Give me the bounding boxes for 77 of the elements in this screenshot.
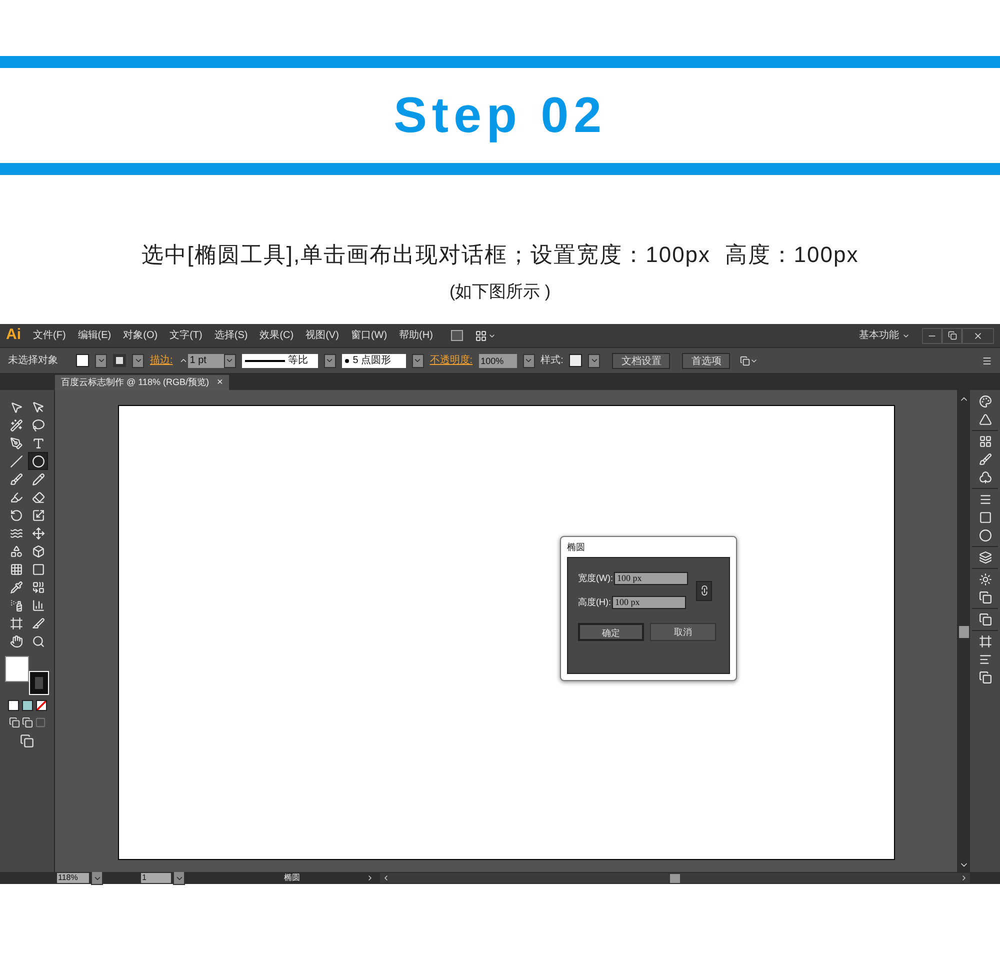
copy-icon[interactable]: [978, 591, 992, 604]
stroke-label: 描边:: [150, 354, 173, 368]
grid-icon[interactable]: [978, 435, 992, 448]
brush-icon[interactable]: [978, 453, 992, 466]
layout-icon[interactable]: [474, 330, 496, 342]
toolbar-button[interactable]: 文档设置: [612, 352, 670, 368]
default-colors-swatch[interactable]: [8, 700, 18, 711]
lines-icon[interactable]: [978, 493, 992, 506]
square-icon[interactable]: [978, 511, 992, 524]
step-title: Step 02: [394, 86, 606, 145]
scroll-thumb[interactable]: [958, 626, 968, 638]
zoom-field[interactable]: 118%: [57, 873, 89, 883]
menu-item[interactable]: 编辑(E): [78, 328, 112, 343]
instruction-text: 选中[椭圆工具],单击画布出现对话框；设置宽度：100px 高度：100px: [141, 240, 859, 269]
arrange-icon[interactable]: [740, 356, 758, 366]
opacity-field[interactable]: 100%: [478, 354, 517, 368]
triangle-icon[interactable]: [978, 413, 992, 426]
artboard-field[interactable]: 1: [141, 873, 171, 883]
dialog-button[interactable]: 确定: [578, 623, 644, 641]
tab-close-icon: ×: [217, 375, 223, 390]
size-field[interactable]: 100 px: [612, 596, 686, 609]
scroll-thumb[interactable]: [670, 874, 680, 882]
menu-item[interactable]: 效果(C): [260, 328, 294, 343]
circle-icon[interactable]: [978, 529, 992, 542]
scroll-right-icon[interactable]: [960, 874, 968, 882]
menu-item[interactable]: 窗口(W): [350, 328, 388, 343]
menu-item[interactable]: 视图(V): [306, 328, 339, 343]
sun-icon[interactable]: [978, 573, 992, 586]
stepper-icon[interactable]: [178, 356, 188, 365]
menu-item[interactable]: 帮助(H): [399, 328, 433, 343]
status-text: 椭圆: [284, 872, 301, 884]
draw-mode-icon[interactable]: [22, 717, 32, 728]
workspace-switcher[interactable]: 基本功能: [859, 328, 910, 343]
field-label: 宽度(W):: [578, 572, 613, 585]
scroll-left-icon[interactable]: [382, 874, 390, 882]
status-menu-icon[interactable]: [366, 874, 374, 882]
stroke-color-box[interactable]: [30, 672, 48, 694]
dialog-title: 椭圆: [567, 541, 586, 554]
style-swatch[interactable]: [569, 354, 582, 367]
restore-button[interactable]: [942, 328, 962, 344]
field-label: 高度(H):: [578, 596, 611, 609]
brush-field[interactable]: 5 点圆形: [342, 354, 406, 368]
menu-item[interactable]: 文字(T): [170, 328, 202, 343]
stroke-swatch[interactable]: [113, 354, 126, 367]
close-button[interactable]: [962, 328, 994, 344]
document-tab[interactable]: 百度云标志制作 @ 118% (RGB/预览) ×: [55, 375, 229, 390]
restore-icon: [948, 331, 956, 340]
club-icon[interactable]: [978, 471, 992, 484]
panel-menu-icon[interactable]: [982, 356, 992, 366]
draw-mode-icon[interactable]: [8, 717, 20, 728]
fill-color-box[interactable]: [5, 656, 29, 682]
opacity-label: 不透明度:: [430, 354, 473, 368]
menu-item[interactable]: 文件(F): [33, 328, 66, 343]
align-icon[interactable]: [978, 653, 992, 666]
toolbar-button[interactable]: 首选项: [682, 352, 730, 368]
menu-item[interactable]: 对象(O): [123, 328, 158, 343]
fill-swatch[interactable]: [76, 354, 89, 367]
selection-status: 未选择对象: [8, 354, 59, 368]
layers-icon[interactable]: [978, 551, 992, 564]
stroke-weight-field[interactable]: 1 pt: [188, 354, 224, 368]
caption-text: (如下图所示 ): [449, 281, 551, 304]
bridge-icon[interactable]: [450, 330, 463, 341]
screen-mode-icon[interactable]: [20, 734, 34, 748]
copy-icon[interactable]: [978, 613, 992, 626]
copy-icon[interactable]: [978, 671, 992, 684]
dialog-button[interactable]: 取消: [650, 623, 716, 641]
frame-icon[interactable]: [978, 635, 992, 648]
palette-icon[interactable]: [978, 395, 992, 408]
size-field[interactable]: 100 px: [614, 572, 688, 586]
app-logo: Ai: [6, 325, 21, 346]
gradient-swatch[interactable]: [22, 700, 32, 711]
none-swatch[interactable]: [36, 700, 46, 711]
stroke-profile-field[interactable]: 等比: [242, 354, 318, 368]
close-icon: [973, 330, 983, 340]
menu-item[interactable]: 选择(S): [214, 328, 248, 343]
style-label: 样式:: [540, 354, 564, 368]
link-proportions-icon[interactable]: [696, 580, 712, 600]
